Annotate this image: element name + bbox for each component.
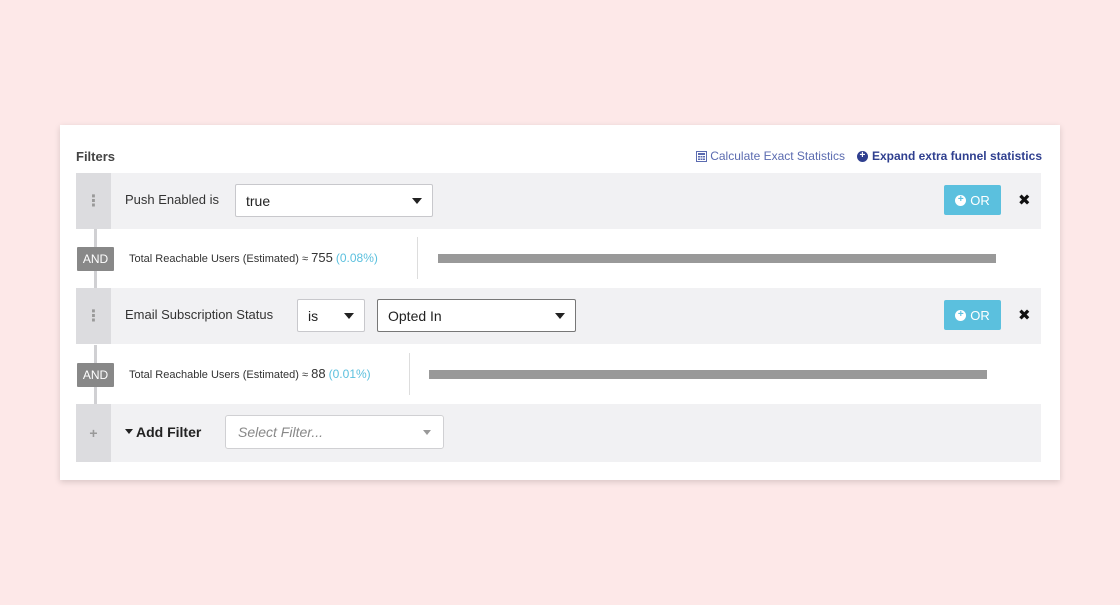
chevron-down-icon	[423, 429, 431, 435]
or-button-label: OR	[970, 192, 990, 208]
remove-filter-icon[interactable]: ✖	[1018, 306, 1031, 324]
divider	[417, 237, 418, 279]
filter-row-push-enabled: ⋮ Push Enabled is true + OR ✖	[76, 173, 1041, 229]
push-enabled-value-select[interactable]: true	[235, 184, 433, 217]
plus-circle-icon: +	[856, 150, 868, 162]
reachable-users-bar	[429, 370, 987, 379]
filter-label: Push Enabled is	[125, 192, 219, 207]
reachable-users-label: Total Reachable Users (Estimated) ≈	[129, 253, 312, 265]
add-filter-text: Add Filter	[136, 424, 202, 440]
reachable-users-count: 88	[311, 366, 326, 381]
calculator-icon	[696, 150, 708, 162]
chevron-down-icon	[412, 197, 422, 204]
filter-row-email-subscription: ⋮ Email Subscription Status is Opted In …	[76, 288, 1041, 344]
panel-title: Filters	[76, 148, 116, 164]
select-value: Opted In	[388, 307, 442, 324]
reachable-users-bar-fill	[429, 370, 987, 379]
plus-circle-icon: +	[955, 194, 967, 206]
select-filter-dropdown[interactable]: Select Filter...	[225, 415, 444, 449]
select-value: is	[308, 307, 319, 324]
reachable-users-row: AND Total Reachable Users (Estimated) ≈ …	[76, 345, 1041, 403]
add-filter-row: + Add Filter Select Filter...	[76, 404, 1041, 462]
chevron-down-icon	[555, 312, 565, 319]
reachable-users-row: AND Total Reachable Users (Estimated) ≈ …	[76, 229, 1041, 287]
or-button[interactable]: + OR	[944, 185, 1001, 215]
filter-label: Email Subscription Status	[125, 307, 274, 322]
subscription-status-select[interactable]: Opted In	[377, 299, 576, 332]
or-button-label: OR	[970, 307, 990, 323]
reachable-users-text: Total Reachable Users (Estimated) ≈ 88 (…	[129, 366, 371, 381]
operator-select[interactable]: is	[297, 299, 365, 332]
header-links: Calculate Exact Statistics + Expand extr…	[696, 149, 1042, 163]
expand-funnel-statistics-label: Expand extra funnel statistics	[871, 149, 1042, 163]
filters-header: Filters Calculate Exact Statistics + Exp…	[76, 147, 1042, 165]
calculate-exact-statistics-link[interactable]: Calculate Exact Statistics	[696, 149, 845, 163]
plus-circle-icon: +	[955, 309, 967, 321]
reachable-users-percent: (0.08%)	[335, 251, 378, 265]
expand-funnel-statistics-link[interactable]: + Expand extra funnel statistics	[856, 149, 1042, 163]
remove-filter-icon[interactable]: ✖	[1018, 191, 1031, 209]
reachable-users-label: Total Reachable Users (Estimated) ≈	[129, 369, 312, 381]
and-badge: AND	[77, 247, 114, 271]
or-button[interactable]: + OR	[944, 300, 1001, 330]
reachable-users-bar	[438, 254, 996, 263]
reachable-users-bar-fill	[438, 254, 996, 263]
calculate-exact-statistics-label: Calculate Exact Statistics	[710, 149, 845, 163]
add-icon[interactable]: +	[76, 404, 111, 462]
reachable-users-text: Total Reachable Users (Estimated) ≈ 755 …	[129, 250, 378, 265]
chevron-down-icon	[344, 312, 354, 319]
drag-handle-icon[interactable]: ⋮	[76, 288, 111, 344]
filter-icon	[125, 428, 133, 434]
add-filter-label: Add Filter	[125, 424, 201, 440]
and-badge: AND	[77, 363, 114, 387]
select-filter-placeholder: Select Filter...	[238, 424, 324, 440]
filters-panel: Filters Calculate Exact Statistics + Exp…	[60, 125, 1060, 480]
divider	[409, 353, 410, 395]
reachable-users-count: 755	[311, 250, 333, 265]
reachable-users-percent: (0.01%)	[328, 367, 371, 381]
drag-handle-icon[interactable]: ⋮	[76, 173, 111, 229]
select-value: true	[246, 192, 271, 209]
